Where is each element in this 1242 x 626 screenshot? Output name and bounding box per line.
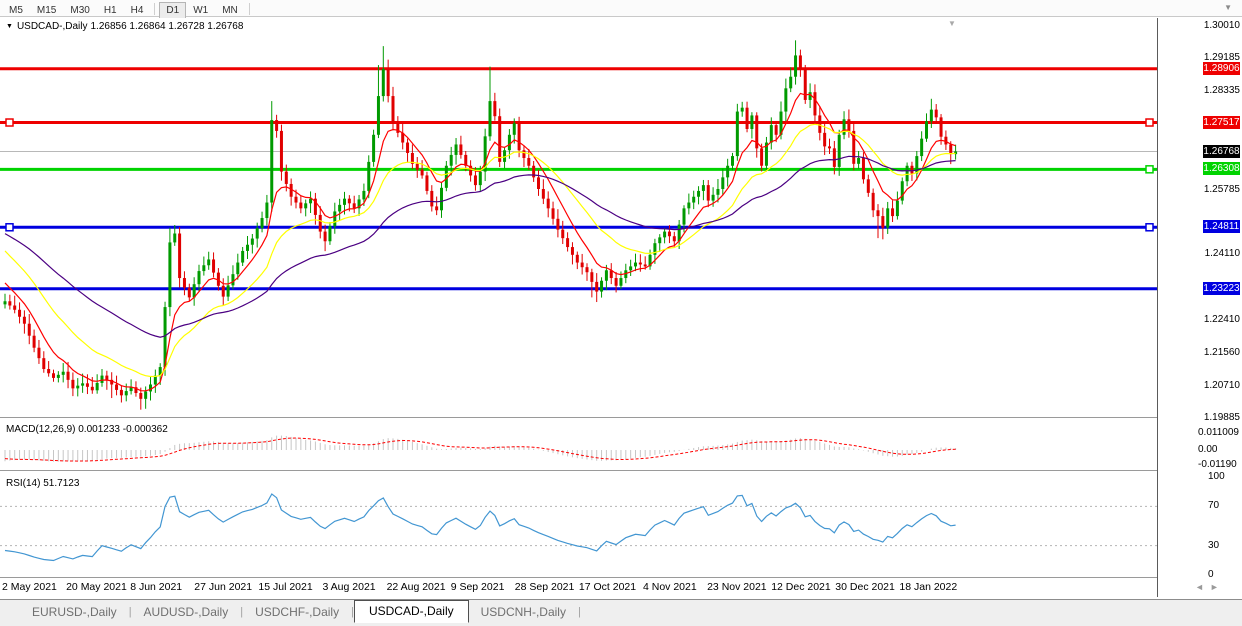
symbol-dropdown-icon[interactable]: ▼ [6, 23, 13, 30]
price-tick-label: 1.24110 [1160, 248, 1240, 259]
timeframe-button-m15[interactable]: M15 [30, 2, 63, 19]
candles-group [4, 40, 958, 409]
timeframe-button-m30[interactable]: M30 [63, 2, 96, 19]
tab-usdcad-daily[interactable]: USDCAD-,Daily [354, 600, 469, 623]
date-tick-label: 22 Aug 2021 [387, 581, 446, 593]
price-tick-label: 1.20710 [1160, 380, 1240, 391]
date-tick-label: 17 Oct 2021 [579, 581, 636, 593]
date-tick-label: 4 Nov 2021 [643, 581, 697, 593]
price-scale[interactable]: 1.300101.291851.283351.257851.241101.224… [1158, 18, 1242, 597]
tab-usdchf-daily[interactable]: USDCHF-,Daily [243, 601, 351, 622]
toolbar-separator [249, 3, 250, 15]
tab-audusd-daily[interactable]: AUDUSD-,Daily [132, 601, 241, 622]
toolbar-separator [154, 3, 155, 15]
tab-usdcnh-daily[interactable]: USDCNH-,Daily [469, 601, 578, 622]
rsi-scale-label: 70 [1208, 500, 1219, 511]
date-tick-label: 23 Nov 2021 [707, 581, 767, 593]
level-price-badge[interactable]: 1.28906 [1203, 62, 1240, 75]
terminal-window: M5M15M30H1H4D1W1MN ▼ ▼USDCAD-,Daily1.268… [0, 0, 1242, 626]
date-tick-label: 18 Jan 2022 [899, 581, 957, 593]
macd-scale-label: -0.01190 [1198, 459, 1237, 470]
level-price-badge[interactable]: 1.23223 [1203, 282, 1240, 295]
scroll-right-button[interactable]: ► [1210, 582, 1225, 592]
date-tick-label: 30 Dec 2021 [835, 581, 895, 593]
price-tick-label: 1.30010 [1160, 20, 1240, 31]
chart-tabs-bar: EURUSD-,Daily|AUDUSD-,Daily|USDCHF-,Dail… [0, 599, 1242, 626]
chart-title: ▼ USDCAD-,Daily1.26856 1.26864 1.26728 1.… [6, 21, 246, 32]
timeframe-button-w1[interactable]: W1 [186, 2, 215, 19]
chart-title-ohlc: 1.26856 1.26864 1.26728 1.26768 [91, 21, 244, 32]
rsi-indicator-label: RSI(14) 51.7123 [6, 478, 79, 489]
main-chart-canvas[interactable] [0, 18, 1157, 597]
toolbar-overflow-icon[interactable]: ▼ [1224, 3, 1232, 12]
date-tick-label: 8 Jun 2021 [130, 581, 182, 593]
rsi-scale-label: 100 [1208, 471, 1225, 482]
price-tick-label: 1.28335 [1160, 85, 1240, 96]
date-tick-label: 20 May 2021 [66, 581, 127, 593]
tab-separator: | [578, 606, 581, 618]
macd-scale-label: 0.00 [1198, 444, 1217, 455]
macd-scale-label: 0.011009 [1198, 427, 1239, 438]
level-price-badge[interactable]: 1.27517 [1203, 116, 1240, 129]
level-price-badge[interactable]: 1.24811 [1203, 220, 1240, 233]
timeframe-button-h1[interactable]: H1 [97, 2, 124, 19]
date-tick-label: 2 May 2021 [2, 581, 57, 593]
date-tick-label: 27 Jun 2021 [194, 581, 252, 593]
price-tick-label: 1.25785 [1160, 184, 1240, 195]
current-price-badge: 1.26768 [1203, 145, 1240, 158]
date-tick-label: 9 Sep 2021 [451, 581, 505, 593]
date-tick-label: 15 Jul 2021 [258, 581, 312, 593]
scroll-left-button[interactable]: ◄ [1195, 582, 1210, 592]
tab-eurusd-daily[interactable]: EURUSD-,Daily [20, 601, 129, 622]
chart-shift-icon[interactable]: ▼ [948, 19, 956, 28]
price-tick-label: 1.19885 [1160, 412, 1240, 423]
date-tick-label: 3 Aug 2021 [323, 581, 376, 593]
price-tick-label: 1.22410 [1160, 314, 1240, 325]
rsi-scale-label: 0 [1208, 569, 1214, 580]
date-scroll-arrows: ◄► [1195, 582, 1225, 592]
timeframe-button-mn[interactable]: MN [215, 2, 245, 19]
timeframe-button-h4[interactable]: H4 [124, 2, 151, 19]
macd-indicator-label: MACD(12,26,9) 0.001233 -0.000362 [6, 424, 168, 435]
chart-title-symbol: USDCAD-,Daily [17, 21, 88, 32]
price-tick-label: 1.21560 [1160, 347, 1240, 358]
date-tick-label: 28 Sep 2021 [515, 581, 575, 593]
timeframe-toolbar: M5M15M30H1H4D1W1MN [0, 0, 1242, 17]
level-price-badge[interactable]: 1.26308 [1203, 162, 1240, 175]
date-axis[interactable]: 2 May 2021 20 May 20218 Jun 2021 27 Jun 20… [0, 578, 1157, 598]
rsi-line [5, 494, 956, 561]
ma-fast-line [5, 93, 956, 390]
date-tick-label: 12 Dec 2021 [771, 581, 831, 593]
chart-window[interactable]: ▼ USDCAD-,Daily1.26856 1.26864 1.26728 1.… [0, 18, 1157, 597]
rsi-scale-label: 30 [1208, 540, 1219, 551]
timeframe-button-m5[interactable]: M5 [2, 2, 30, 19]
